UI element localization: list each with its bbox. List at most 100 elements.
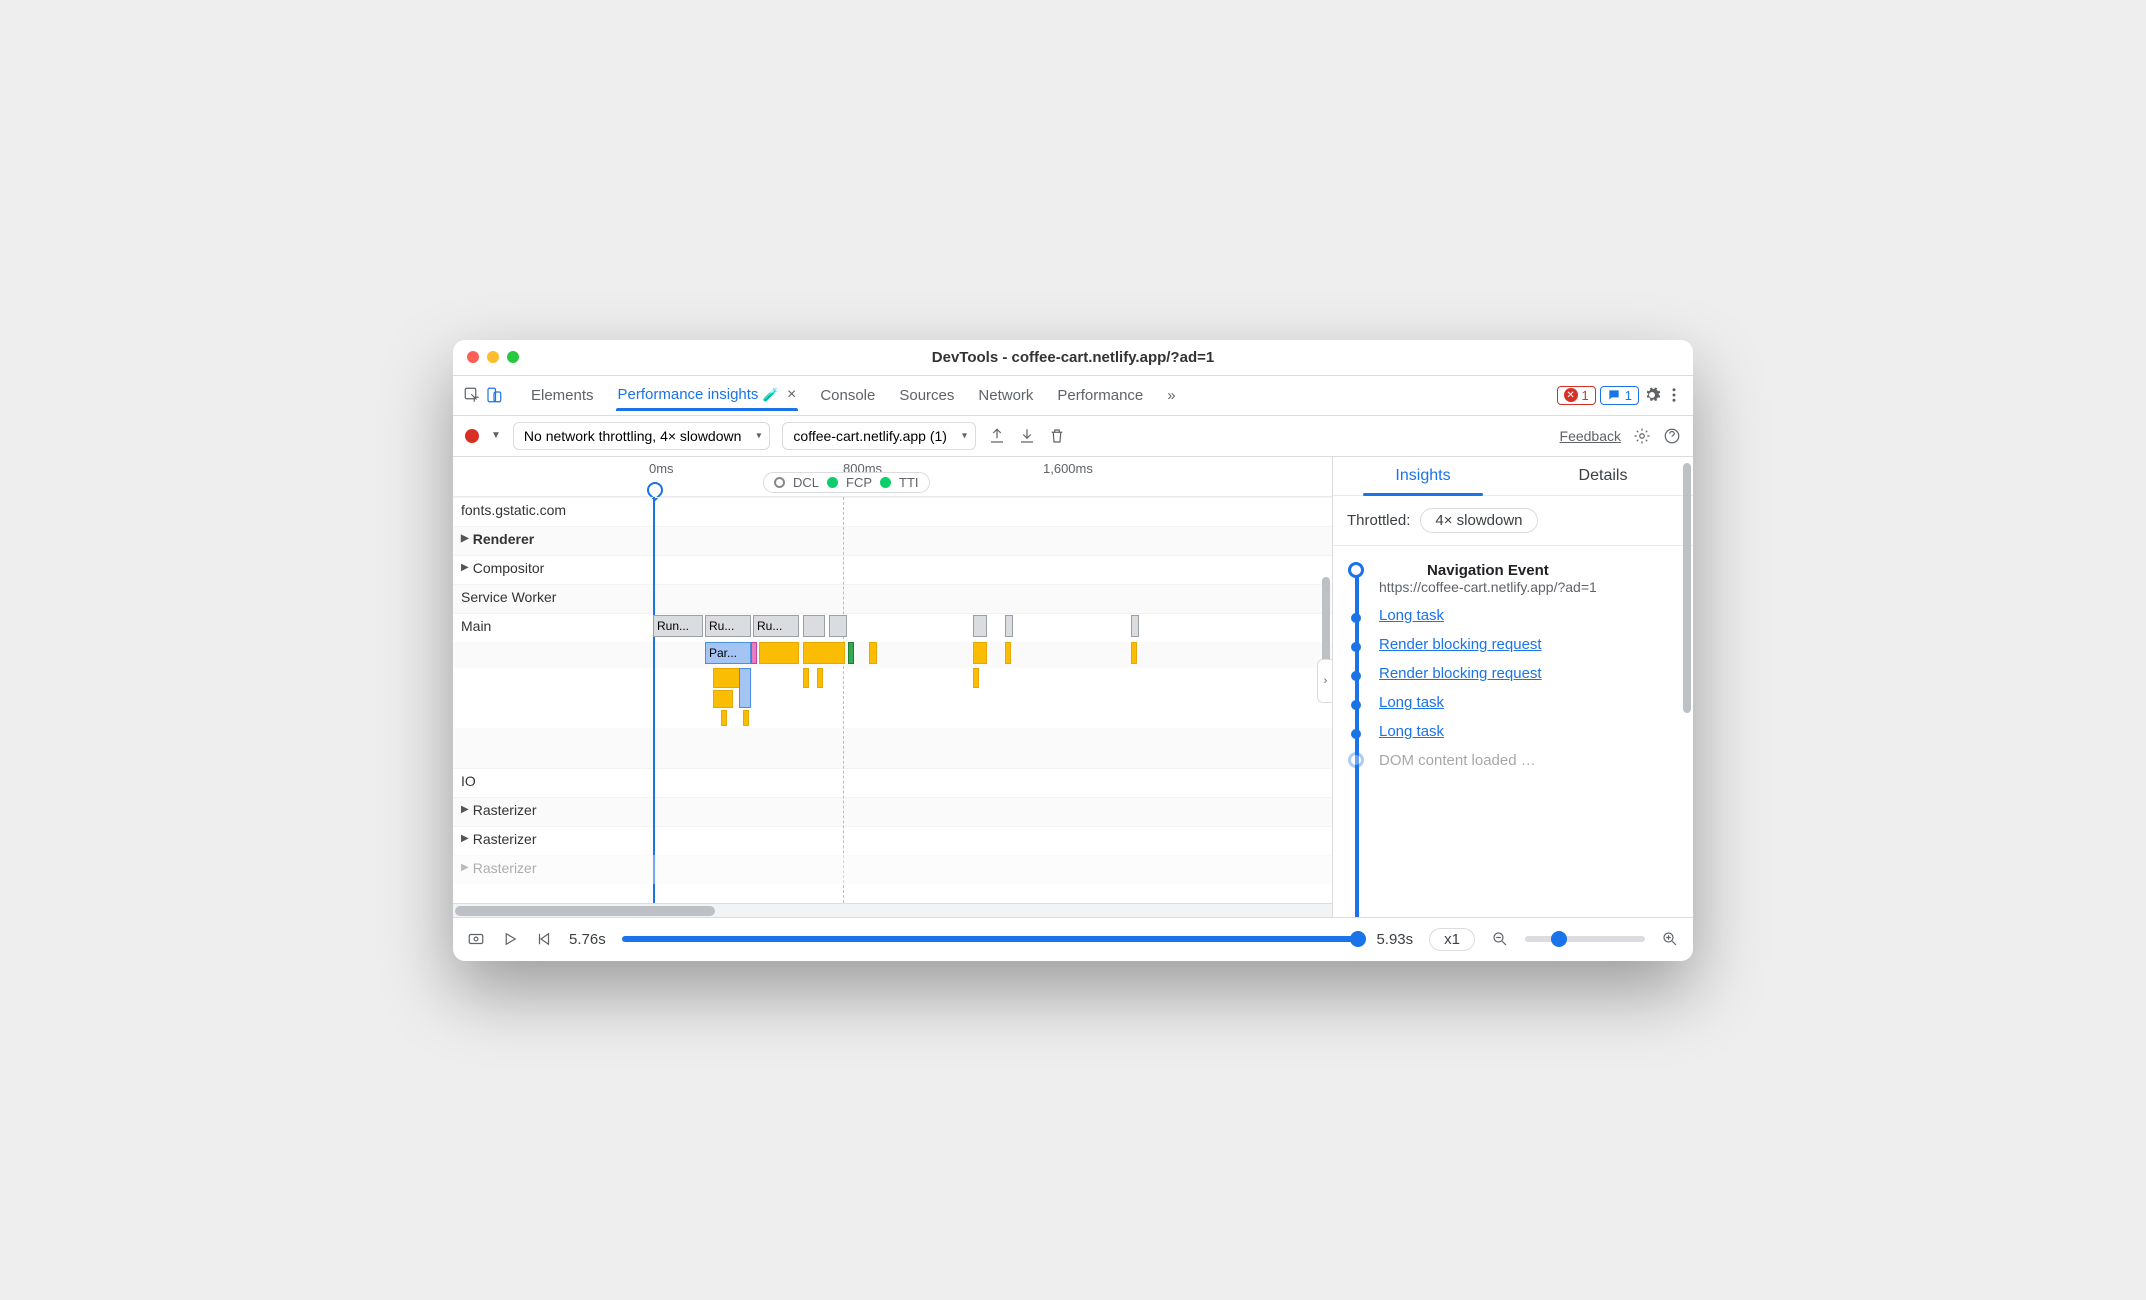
fcp-label: FCP bbox=[846, 475, 872, 490]
track-label[interactable]: ▶Rasterizer bbox=[453, 827, 643, 851]
tab-sources[interactable]: Sources bbox=[889, 381, 964, 410]
track-lane[interactable] bbox=[643, 498, 1332, 526]
tti-marker-icon bbox=[880, 477, 891, 488]
playback-speed-button[interactable]: x1 bbox=[1429, 928, 1475, 951]
task-block[interactable] bbox=[829, 615, 847, 637]
more-menu-icon[interactable] bbox=[1665, 386, 1683, 404]
sidebar-toggle-button[interactable]: › bbox=[1317, 659, 1333, 703]
horizontal-scrollbar[interactable] bbox=[453, 903, 1332, 917]
timeline-node: Long task bbox=[1347, 601, 1679, 630]
flame-block[interactable] bbox=[869, 642, 877, 664]
task-block[interactable]: Run... bbox=[653, 615, 703, 637]
tab-performance-insights[interactable]: Performance insights 🧪 × bbox=[608, 380, 807, 410]
time-ruler[interactable]: 0ms 800ms 1,600ms DCL FCP TTI bbox=[453, 457, 1332, 497]
tab-console[interactable]: Console bbox=[810, 381, 885, 410]
flame-block[interactable] bbox=[713, 690, 733, 708]
flame-block[interactable] bbox=[803, 668, 809, 688]
flame-block[interactable] bbox=[1005, 642, 1011, 664]
playback-bar: 5.76s 5.93s x1 bbox=[453, 917, 1693, 961]
flame-block[interactable] bbox=[817, 668, 823, 688]
flame-block[interactable] bbox=[739, 668, 751, 708]
flame-block[interactable] bbox=[1131, 642, 1137, 664]
insight-link[interactable]: Render blocking request bbox=[1379, 636, 1542, 653]
tab-close-button[interactable]: × bbox=[787, 386, 796, 403]
flame-block[interactable] bbox=[973, 642, 987, 664]
tab-performance[interactable]: Performance bbox=[1047, 381, 1153, 410]
main-thread-lane[interactable]: Run... Ru... Ru... bbox=[643, 614, 1332, 642]
flame-block[interactable] bbox=[743, 710, 749, 726]
vertical-scrollbar[interactable] bbox=[1683, 463, 1691, 713]
insights-timeline[interactable]: Navigation Event https://coffee-cart.net… bbox=[1333, 546, 1693, 917]
scrollbar-thumb[interactable] bbox=[455, 906, 715, 916]
dot-icon bbox=[1351, 700, 1361, 710]
record-button[interactable] bbox=[465, 429, 479, 443]
throttling-select[interactable]: No network throttling, 4× slowdown bbox=[513, 422, 771, 450]
track-row: ▶Rasterizer bbox=[453, 826, 1332, 855]
insight-link[interactable]: Long task bbox=[1379, 723, 1444, 740]
progress-slider[interactable] bbox=[622, 936, 1361, 942]
task-block[interactable] bbox=[973, 615, 987, 637]
flame-block[interactable] bbox=[759, 642, 799, 664]
close-window-button[interactable] bbox=[467, 351, 479, 363]
parse-block[interactable]: Par... bbox=[705, 642, 751, 664]
zoom-in-icon[interactable] bbox=[1661, 930, 1679, 948]
window-title: DevTools - coffee-cart.netlify.app/?ad=1 bbox=[519, 349, 1627, 366]
insight-link[interactable]: Long task bbox=[1379, 694, 1444, 711]
tab-overflow[interactable]: » bbox=[1157, 381, 1185, 410]
flame-lane[interactable] bbox=[643, 668, 1332, 728]
feedback-link[interactable]: Feedback bbox=[1560, 428, 1621, 444]
task-block[interactable]: Ru... bbox=[705, 615, 751, 637]
flame-lane[interactable]: Par... bbox=[643, 642, 1332, 668]
record-options-dropdown-icon[interactable]: ▼ bbox=[491, 430, 501, 441]
zoom-out-icon[interactable] bbox=[1491, 930, 1509, 948]
zoom-window-button[interactable] bbox=[507, 351, 519, 363]
message-count: 1 bbox=[1625, 388, 1632, 403]
track-label[interactable]: ▶Rasterizer bbox=[453, 798, 643, 822]
export-icon[interactable] bbox=[988, 427, 1006, 445]
error-icon: ✕ bbox=[1564, 388, 1578, 402]
delete-icon[interactable] bbox=[1048, 427, 1066, 445]
inspect-element-icon[interactable] bbox=[463, 386, 481, 404]
insight-link[interactable]: Render blocking request bbox=[1379, 665, 1542, 682]
panel-settings-icon[interactable] bbox=[1633, 427, 1651, 445]
rewind-button[interactable] bbox=[535, 930, 553, 948]
tab-details[interactable]: Details bbox=[1513, 457, 1693, 495]
task-block[interactable] bbox=[1005, 615, 1013, 637]
tab-network[interactable]: Network bbox=[968, 381, 1043, 410]
settings-icon[interactable] bbox=[1643, 386, 1661, 404]
play-button[interactable] bbox=[501, 930, 519, 948]
preview-icon[interactable] bbox=[467, 930, 485, 948]
task-block[interactable]: Ru... bbox=[753, 615, 799, 637]
device-toolbar-icon[interactable] bbox=[485, 386, 503, 404]
help-icon[interactable] bbox=[1663, 427, 1681, 445]
flame-block[interactable] bbox=[721, 710, 727, 726]
import-icon[interactable] bbox=[1018, 427, 1036, 445]
minimize-window-button[interactable] bbox=[487, 351, 499, 363]
slider-thumb[interactable] bbox=[1551, 931, 1567, 947]
error-count-badge[interactable]: ✕ 1 bbox=[1557, 386, 1596, 405]
dcl-label: DCL bbox=[793, 475, 819, 490]
tab-elements[interactable]: Elements bbox=[521, 381, 604, 410]
track-row: ▶Compositor bbox=[453, 555, 1332, 584]
tab-insights[interactable]: Insights bbox=[1333, 457, 1513, 495]
end-time: 5.93s bbox=[1376, 931, 1413, 948]
timeline-node: Render blocking request bbox=[1347, 659, 1679, 688]
flame-block[interactable] bbox=[751, 642, 757, 664]
track-label[interactable]: ▶Compositor bbox=[453, 556, 643, 580]
flame-row bbox=[453, 668, 1332, 728]
message-count-badge[interactable]: 1 bbox=[1600, 386, 1639, 405]
insight-link[interactable]: Long task bbox=[1379, 607, 1444, 624]
insights-tabs: Insights Details bbox=[1333, 457, 1693, 496]
target-select[interactable]: coffee-cart.netlify.app (1) bbox=[782, 422, 976, 450]
task-block[interactable] bbox=[1131, 615, 1139, 637]
throttle-info: Throttled: 4× slowdown bbox=[1333, 496, 1693, 546]
flame-block[interactable] bbox=[848, 642, 854, 664]
throttle-pill[interactable]: 4× slowdown bbox=[1420, 508, 1537, 533]
zoom-slider[interactable] bbox=[1525, 936, 1645, 942]
track-label[interactable]: ▶Rasterizer bbox=[453, 856, 643, 880]
task-block[interactable] bbox=[803, 615, 825, 637]
track-label[interactable]: ▶Renderer bbox=[453, 527, 643, 551]
slider-thumb[interactable] bbox=[1350, 931, 1366, 947]
flame-block[interactable] bbox=[803, 642, 845, 664]
flame-block[interactable] bbox=[973, 668, 979, 688]
